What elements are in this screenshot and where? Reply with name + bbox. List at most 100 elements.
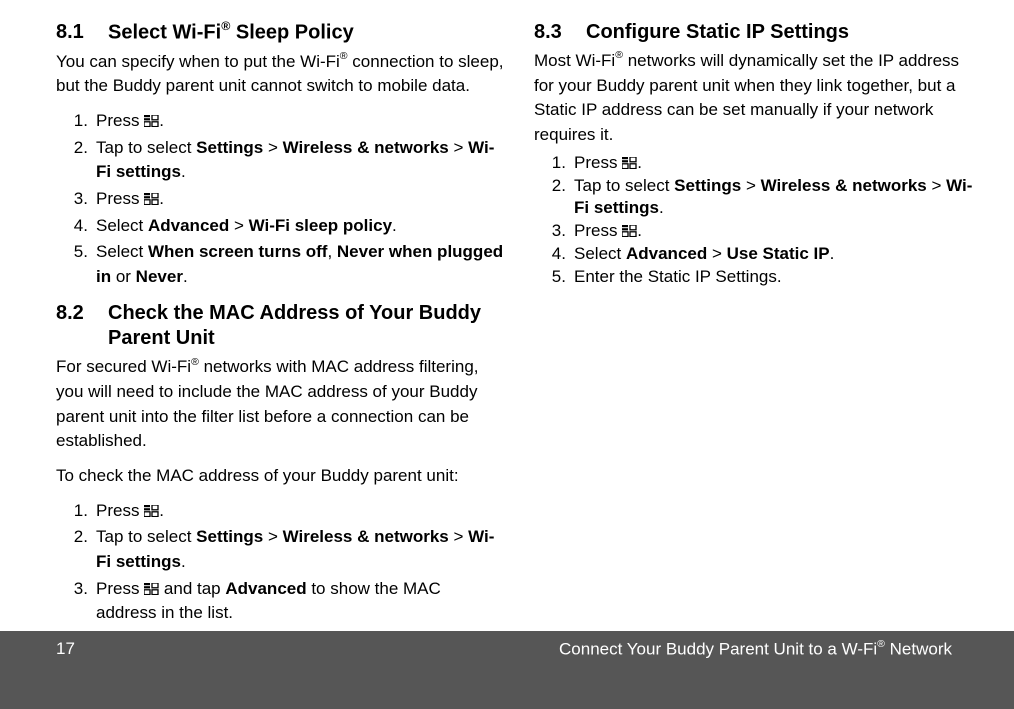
text: Press [574, 221, 622, 240]
step-item: Select When screen turns off, Never when… [56, 240, 504, 289]
text-bold: Wireless & networks [761, 176, 927, 195]
step-item: Press and tap Advanced to show the MAC a… [56, 577, 504, 626]
footer-title: Connect Your Buddy Parent Unit to a W-Fi… [559, 639, 952, 660]
menu-icon [144, 115, 159, 127]
text: or [111, 267, 136, 286]
text: Tap to select [574, 176, 674, 195]
text: Tap to select [96, 138, 196, 157]
text-bold: Wi-Fi sleep policy [249, 216, 392, 235]
steps-list-8-1: Press . Tap to select Settings > Wireles… [56, 109, 504, 289]
text: You can specify when to put the Wi-Fi [56, 52, 340, 71]
text: Select [96, 216, 148, 235]
menu-icon [144, 583, 159, 595]
text: > [263, 138, 282, 157]
menu-icon [622, 157, 637, 169]
text: . [181, 162, 186, 181]
heading-text: Check the MAC Address of Your Buddy Pare… [108, 301, 504, 351]
steps-list-8-2: Press . Tap to select Settings > Wireles… [56, 499, 504, 626]
heading-8-1: 8.1 Select Wi-Fi® Sleep Policy [56, 20, 504, 46]
text: . [183, 267, 188, 286]
two-column-layout: 8.1 Select Wi-Fi® Sleep Policy You can s… [56, 20, 982, 709]
paragraph: Most Wi-Fi® networks will dynamically se… [534, 49, 982, 148]
step-item: Tap to select Settings > Wireless & netw… [56, 136, 504, 185]
text: > [263, 527, 282, 546]
text-bold: Settings [196, 138, 263, 157]
text: Network [885, 640, 952, 659]
page-footer: 17 Connect Your Buddy Parent Unit to a W… [0, 631, 1014, 709]
step-item: Press . [534, 152, 982, 174]
text: > [707, 244, 726, 263]
steps-list-8-3: Press . Tap to select Settings > Wireles… [534, 152, 982, 289]
text: Press [96, 579, 144, 598]
text-bold: Never [136, 267, 183, 286]
heading-8-3: 8.3 Configure Static IP Settings [534, 20, 982, 45]
text: Tap to select [96, 527, 196, 546]
step-item: Tap to select Settings > Wireless & netw… [56, 525, 504, 574]
step-item: Select Advanced > Use Static IP. [534, 243, 982, 265]
text: Enter the Static IP Settings. [574, 267, 782, 286]
document-page: 8.1 Select Wi-Fi® Sleep Policy You can s… [0, 0, 1014, 709]
step-item: Press . [56, 499, 504, 524]
text-bold: Settings [674, 176, 741, 195]
text-bold: Use Static IP [727, 244, 830, 263]
text: . [159, 189, 164, 208]
text-bold: Advanced [148, 216, 229, 235]
heading-number: 8.2 [56, 301, 108, 351]
step-item: Press . [534, 220, 982, 242]
menu-icon [622, 225, 637, 237]
text: Press [96, 501, 144, 520]
registered-mark: ® [340, 50, 348, 62]
step-item: Press . [56, 109, 504, 134]
text: Press [96, 111, 144, 130]
registered-mark: ® [221, 19, 230, 33]
page-number: 17 [56, 639, 75, 659]
text: > [741, 176, 760, 195]
paragraph: You can specify when to put the Wi-Fi® c… [56, 50, 504, 99]
text: . [830, 244, 835, 263]
text-bold: Advanced [225, 579, 306, 598]
heading-segment: Sleep Policy [230, 22, 353, 44]
step-item: Tap to select Settings > Wireless & netw… [534, 175, 982, 219]
step-item: Select Advanced > Wi-Fi sleep policy. [56, 214, 504, 239]
heading-8-2: 8.2 Check the MAC Address of Your Buddy … [56, 301, 504, 351]
text: . [392, 216, 397, 235]
text: . [159, 111, 164, 130]
heading-number: 8.1 [56, 20, 108, 46]
heading-text: Configure Static IP Settings [586, 20, 982, 45]
text: . [637, 153, 642, 172]
registered-mark: ® [191, 356, 199, 368]
heading-text: Select Wi-Fi® Sleep Policy [108, 20, 504, 46]
heading-number: 8.3 [534, 20, 586, 45]
text: . [181, 552, 186, 571]
step-item: Press . [56, 187, 504, 212]
text-bold: Wireless & networks [283, 527, 449, 546]
text: . [659, 198, 664, 217]
left-column: 8.1 Select Wi-Fi® Sleep Policy You can s… [56, 20, 504, 709]
text: > [449, 527, 468, 546]
text: > [229, 216, 248, 235]
right-column: 8.3 Configure Static IP Settings Most Wi… [534, 20, 982, 709]
text: For secured Wi-Fi [56, 357, 191, 376]
registered-mark: ® [615, 49, 623, 61]
text-bold: Wireless & networks [283, 138, 449, 157]
registered-mark: ® [877, 638, 885, 650]
step-item: Enter the Static IP Settings. [534, 266, 982, 288]
text: > [449, 138, 468, 157]
text: > [927, 176, 946, 195]
text: . [637, 221, 642, 240]
text: . [159, 501, 164, 520]
paragraph: For secured Wi-Fi® networks with MAC add… [56, 355, 504, 454]
text: Connect Your Buddy Parent Unit to a W-Fi [559, 640, 877, 659]
text: Press [574, 153, 622, 172]
text-bold: When screen turns off [148, 242, 327, 261]
text-bold: Advanced [626, 244, 707, 263]
heading-segment: Select Wi-Fi [108, 22, 221, 44]
text: Press [96, 189, 144, 208]
paragraph: To check the MAC address of your Buddy p… [56, 464, 504, 489]
menu-icon [144, 193, 159, 205]
text-bold: Settings [196, 527, 263, 546]
text: , [327, 242, 336, 261]
text: Select [96, 242, 148, 261]
text: Select [574, 244, 626, 263]
text: and tap [159, 579, 225, 598]
